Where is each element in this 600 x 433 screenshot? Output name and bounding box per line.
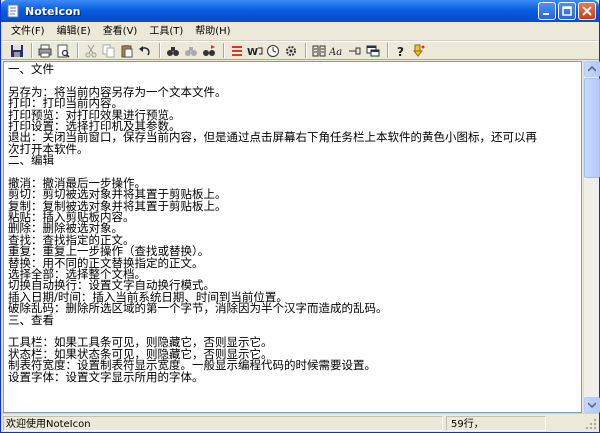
app-window: NoteIcon 文件(F) 编辑(E) 查看(V) 工具(T) 帮助(H) W…: [0, 0, 600, 433]
replace-button[interactable]: [201, 43, 217, 59]
triangle-down-icon: [588, 402, 596, 408]
word-wrap-icon: W: [247, 47, 263, 58]
close-button[interactable]: [578, 2, 596, 20]
word-wrap-button[interactable]: W: [247, 43, 263, 59]
undo-icon: [139, 45, 150, 55]
svg-text:Aa: Aa: [329, 47, 342, 58]
editor-line: 三、查看: [8, 312, 54, 327]
svg-text:?: ?: [397, 45, 404, 58]
status-message: 欢迎使用NoteIcon: [3, 415, 443, 431]
editor-line: 一、文件: [8, 62, 54, 76]
replace-icon: [203, 44, 215, 56]
undo-button[interactable]: [137, 43, 153, 59]
columns-icon: [312, 45, 326, 56]
fix-garbled-button[interactable]: [283, 43, 299, 59]
toolbar-separator: [387, 43, 389, 58]
print-preview-icon: [57, 44, 70, 58]
vertical-scrollbar[interactable]: [583, 61, 600, 413]
gear-icon: [286, 45, 296, 56]
print-preview-button[interactable]: [55, 43, 71, 59]
scroll-thumb[interactable]: [584, 78, 600, 178]
help-button[interactable]: ?: [393, 43, 409, 59]
menu-view[interactable]: 查看(V): [97, 23, 144, 40]
copy-icon: [102, 44, 115, 57]
minimize-icon: [543, 13, 549, 15]
menu-edit[interactable]: 编辑(E): [51, 23, 97, 40]
highlight-button[interactable]: [229, 43, 245, 59]
pin-icon: [349, 47, 361, 54]
resize-grip-icon[interactable]: [585, 418, 597, 430]
close-icon: [582, 6, 592, 16]
maximize-icon: [562, 6, 572, 16]
paste-button[interactable]: [119, 43, 135, 59]
menu-tools[interactable]: 工具(T): [143, 23, 189, 40]
triangle-up-icon: [588, 66, 596, 72]
line-count: 59行，: [446, 415, 546, 431]
toolbar-separator: [305, 43, 307, 58]
menu-help[interactable]: 帮助(H): [189, 23, 236, 40]
toolbar: W Aa ?: [1, 41, 599, 60]
find-next-button[interactable]: [183, 43, 199, 59]
clipboard-icon: [121, 44, 133, 57]
editor-line: 退出：关闭当前窗口，保存当前内容，但是通过点击屏幕右下角任务栏上本软件的黄色小图…: [8, 130, 537, 145]
minimize-button[interactable]: [538, 2, 556, 20]
scissors-icon: [85, 44, 97, 57]
copy-button[interactable]: [101, 43, 117, 59]
text-editor[interactable]: 一、文件 另存为：将当前内容另存为一个文本文件。 打印：打印当前内容。 打印预览：对打…: [3, 61, 582, 413]
pin-button[interactable]: [347, 43, 363, 59]
tray-button[interactable]: [411, 43, 427, 59]
status-bar: 欢迎使用NoteIcon 59行，: [1, 413, 599, 432]
red-bars-icon: [232, 45, 242, 56]
save-button[interactable]: [9, 43, 25, 59]
question-mark-icon: ?: [397, 45, 404, 58]
window-controls: [538, 2, 596, 20]
font-icon: Aa: [329, 47, 342, 58]
binoculars-icon: [167, 46, 179, 56]
find-next-icon: [185, 46, 197, 56]
floppy-disk-icon: [11, 44, 23, 57]
editor-line: 二、编辑: [8, 153, 54, 168]
datetime-button[interactable]: [265, 43, 281, 59]
svg-text:W: W: [247, 47, 258, 58]
font-button[interactable]: Aa: [329, 43, 345, 59]
window-title: NoteIcon: [25, 4, 81, 18]
printer-icon: [38, 44, 52, 57]
window-button[interactable]: [365, 43, 381, 59]
editor-line: 破除乱码：删除所选区域的第一个字节，消除因为半个汉字而造成的乱码。: [8, 301, 388, 316]
print-button[interactable]: [37, 43, 53, 59]
arrow-down-icon: [412, 44, 425, 57]
cut-button[interactable]: [83, 43, 99, 59]
scroll-up-button[interactable]: [584, 61, 600, 77]
find-button[interactable]: [165, 43, 181, 59]
toolbar-separator: [31, 43, 33, 58]
toolbar-separator: [159, 43, 161, 58]
menu-bar: 文件(F) 编辑(E) 查看(V) 工具(T) 帮助(H): [1, 22, 599, 41]
clock-icon: [267, 44, 279, 57]
notepad-app-icon[interactable]: [5, 3, 21, 19]
scroll-down-button[interactable]: [584, 397, 600, 413]
maximize-button[interactable]: [558, 2, 576, 20]
window-icon: [366, 45, 380, 56]
editor-line: 设置字体：设置文字显示所用的字体。: [8, 369, 204, 384]
toolbar-separator: [77, 43, 79, 58]
title-bar[interactable]: NoteIcon: [1, 0, 599, 22]
menu-file[interactable]: 文件(F): [5, 23, 51, 40]
tab-width-button[interactable]: [311, 43, 327, 59]
toolbar-separator: [223, 43, 225, 58]
editor-line: 次打开本软件。: [8, 141, 89, 156]
